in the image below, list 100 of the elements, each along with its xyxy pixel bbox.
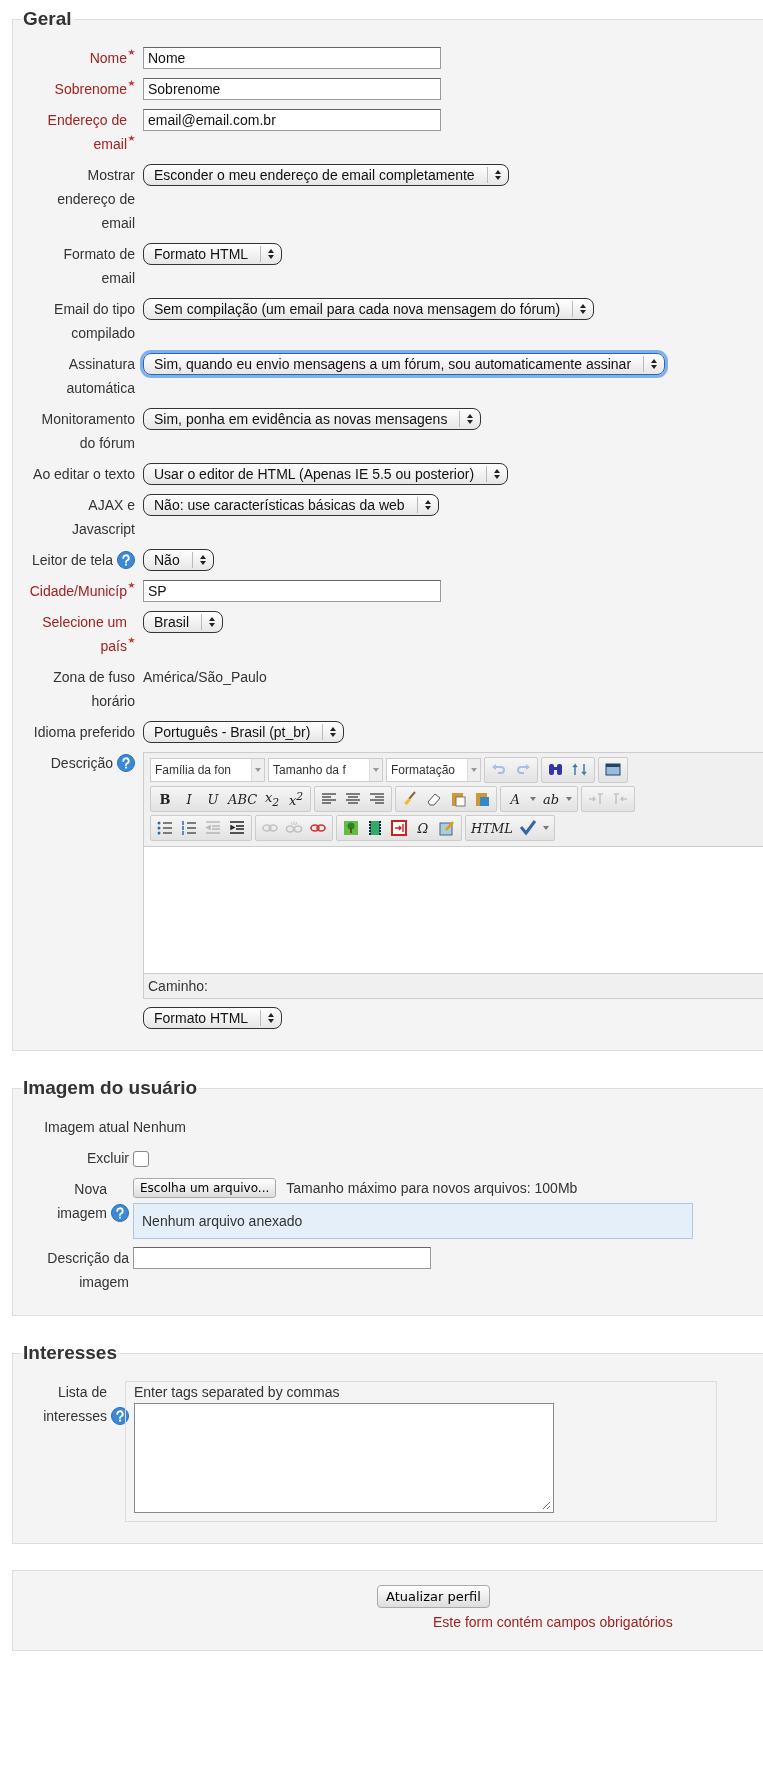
dropdown[interactable]: Português - Brasil (pt_br): [143, 721, 345, 743]
dropdown[interactable]: Usar o editor de HTML (Apenas IE 5.5 ou posterior): [143, 463, 509, 485]
resize-grip-icon[interactable]: [541, 1500, 551, 1510]
field-label: Ao editar o texto: [33, 465, 135, 484]
up-down-arrows-icon: [493, 169, 502, 181]
tags-hint: Enter tags separated by commas: [134, 1384, 341, 1400]
text-field[interactable]: Nome: [143, 47, 441, 69]
toolbar-button[interactable]: x$^{2}$: [285, 789, 308, 809]
caret-icon[interactable]: [530, 797, 537, 801]
caret-icon: [255, 768, 261, 772]
toolbar-button[interactable]: A: [504, 791, 527, 807]
caret-icon[interactable]: [566, 797, 573, 801]
up-down-arrows-icon: [493, 468, 502, 480]
section-title: Geral: [22, 8, 73, 30]
field-label: Nome: [89, 49, 127, 68]
edit-icon[interactable]: [438, 819, 456, 837]
text-field[interactable]: email@email.com.br: [143, 109, 441, 131]
required-icon: [128, 49, 135, 56]
dropdown[interactable]: Sim, quando eu envio mensagens a um fórum, sou automaticamente assinar: [143, 353, 666, 375]
tags-text-area[interactable]: [134, 1403, 554, 1513]
clipboard-icon[interactable]: [449, 790, 468, 808]
insert-box-icon[interactable]: [390, 819, 408, 837]
format-dropdown[interactable]: Formato HTML: [143, 1007, 283, 1029]
bulleted-list-icon[interactable]: [156, 819, 174, 837]
dropdown[interactable]: Brasil: [143, 611, 223, 633]
toolbar-button[interactable]: ABC: [226, 791, 260, 807]
choose-file-button[interactable]: Escolha um arquivo...: [133, 1178, 277, 1198]
clipboard-icon[interactable]: [473, 790, 492, 808]
required-icon: [128, 637, 135, 644]
field-label: Zona de fuso horário: [52, 668, 135, 711]
dropdown[interactable]: Formato HTML: [143, 243, 283, 265]
dropdown[interactable]: Sem compilação (um email para cada nova mensagem do fórum): [143, 298, 595, 320]
field-label: Descrição da imagem: [46, 1249, 129, 1292]
checkmark-icon[interactable]: [518, 819, 537, 837]
up-down-arrows-icon: [650, 358, 659, 370]
field-value: Nenhum: [133, 1118, 186, 1137]
field-label: Nova imagem: [56, 1180, 107, 1223]
field-label: Selecione um país: [41, 613, 127, 656]
required-icon: [128, 135, 135, 142]
toolbar-button[interactable]: Ω: [412, 820, 434, 836]
up-down-arrows-icon: [423, 499, 432, 511]
section-title: Interesses: [22, 1342, 118, 1364]
up-down-arrows-icon: [466, 413, 475, 425]
section-title: Imagem do usuário: [22, 1077, 199, 1099]
caret-icon: [471, 768, 477, 772]
field-label: Email do tipo compilado: [53, 300, 135, 343]
toolbar-button[interactable]: U: [202, 791, 224, 807]
indent-icon[interactable]: [228, 819, 246, 837]
field-label: Endereço de email: [46, 111, 127, 154]
dropdown[interactable]: Não: use características básicas da web: [143, 494, 439, 516]
window-icon[interactable]: [604, 761, 622, 779]
field-label: Leitor de tela: [32, 551, 113, 570]
required-icon: [128, 80, 135, 87]
help-icon[interactable]: [117, 551, 135, 569]
numbered-list-icon[interactable]: [180, 819, 198, 837]
caret-icon[interactable]: [542, 826, 549, 830]
file-size-note: Tamanho máximo para novos arquivos: 100Mb: [286, 1180, 578, 1196]
help-icon[interactable]: [117, 754, 135, 772]
required-fields-note: Este form contém campos obrigatórios: [433, 1614, 673, 1630]
up-down-arrows-icon: [579, 303, 588, 315]
field-label: AJAX e Javascript: [70, 496, 135, 539]
toolbar-button[interactable]: x$_{2}$: [261, 789, 284, 809]
toolbar-button[interactable]: B: [154, 791, 176, 807]
film-icon[interactable]: [366, 819, 384, 837]
field-label: Monitoramento do fórum: [40, 410, 135, 453]
up-down-arrows-icon: [208, 616, 216, 628]
help-icon[interactable]: [111, 1407, 129, 1425]
field-label: Excluir: [87, 1149, 129, 1168]
attached-files-box: Nenhum arquivo anexado: [133, 1203, 693, 1239]
caret-icon: [373, 768, 379, 772]
field-label: Assinatura automática: [65, 355, 135, 398]
field-label: Imagem atual: [44, 1118, 129, 1137]
toolbar-button[interactable]: ab: [540, 791, 563, 807]
required-icon: [128, 582, 135, 589]
up-down-arrows-icon: [198, 554, 207, 566]
toolbar-dropdown[interactable]: Família da fon: [150, 758, 265, 782]
text-field[interactable]: Sobrenome: [143, 78, 441, 100]
dropdown[interactable]: Não: [143, 549, 214, 571]
field-label: Sobrenome: [54, 80, 127, 99]
up-down-arrows-icon: [329, 726, 338, 738]
toolbar-dropdown[interactable]: Tamanho da f: [268, 758, 383, 782]
toolbar-button[interactable]: I: [178, 791, 200, 807]
dropdown[interactable]: Sim, ponha em evidência as novas mensagens: [143, 408, 482, 430]
toolbar-dropdown[interactable]: Formatação: [386, 758, 481, 782]
up-down-arrows-icon: [267, 248, 276, 260]
dropdown[interactable]: Esconder o meu endereço de email completamente: [143, 164, 509, 186]
help-icon[interactable]: [111, 1204, 129, 1222]
field-value: América/São_Paulo: [143, 668, 267, 687]
text-field[interactable]: [133, 1247, 431, 1269]
checkbox[interactable]: [133, 1151, 149, 1167]
text-field[interactable]: SP: [143, 580, 441, 602]
picture-icon[interactable]: [342, 819, 360, 837]
field-label: Lista de interesses: [42, 1383, 107, 1426]
path-label: Caminho:: [148, 978, 208, 994]
field-label: Mostrar endereço de email: [56, 166, 135, 233]
up-down-arrows-icon: [267, 1012, 276, 1024]
field-label: Descrição: [50, 754, 113, 773]
field-label: Idioma preferido: [33, 723, 135, 742]
update-profile-button[interactable]: Atualizar perfil: [377, 1585, 490, 1608]
field-label: Formato de email: [62, 245, 135, 288]
